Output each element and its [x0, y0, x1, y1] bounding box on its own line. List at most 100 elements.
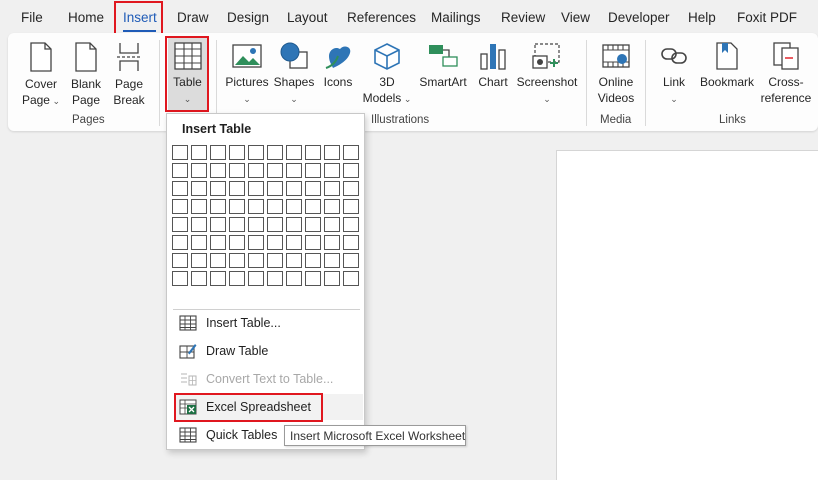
- tab-developer[interactable]: Developer: [608, 10, 670, 25]
- table-grid-cell[interactable]: [286, 253, 302, 268]
- table-grid-cell[interactable]: [210, 217, 226, 232]
- tab-review[interactable]: Review: [501, 10, 545, 25]
- table-grid-cell[interactable]: [305, 199, 321, 214]
- table-grid-cell[interactable]: [305, 145, 321, 160]
- table-grid-cell[interactable]: [305, 181, 321, 196]
- table-grid-cell[interactable]: [305, 253, 321, 268]
- table-grid-cell[interactable]: [286, 235, 302, 250]
- icons-button[interactable]: Icons: [318, 42, 358, 90]
- table-grid-cell[interactable]: [191, 235, 207, 250]
- table-grid-cell[interactable]: [191, 217, 207, 232]
- pictures-button[interactable]: Pictures ⌄: [222, 42, 272, 107]
- table-grid-cell[interactable]: [229, 217, 245, 232]
- tab-references[interactable]: References: [347, 10, 416, 25]
- tab-view[interactable]: View: [561, 10, 590, 25]
- table-grid-cell[interactable]: [324, 181, 340, 196]
- table-grid-cell[interactable]: [305, 163, 321, 178]
- table-grid-cell[interactable]: [229, 145, 245, 160]
- page-break-button[interactable]: Page Break: [108, 42, 150, 108]
- table-grid-cell[interactable]: [229, 163, 245, 178]
- table-grid-cell[interactable]: [229, 253, 245, 268]
- table-grid-cell[interactable]: [324, 163, 340, 178]
- table-grid-cell[interactable]: [172, 145, 188, 160]
- table-grid-cell[interactable]: [286, 145, 302, 160]
- bookmark-button[interactable]: Bookmark: [697, 42, 757, 90]
- table-grid-cell[interactable]: [343, 253, 359, 268]
- 3d-models-button[interactable]: 3D Models ⌄: [360, 42, 414, 107]
- tab-home[interactable]: Home: [68, 10, 104, 25]
- table-grid-cell[interactable]: [286, 181, 302, 196]
- table-grid-cell[interactable]: [172, 271, 188, 286]
- table-grid-cell[interactable]: [248, 235, 264, 250]
- table-grid-cell[interactable]: [324, 235, 340, 250]
- table-grid-cell[interactable]: [267, 217, 283, 232]
- table-grid-cell[interactable]: [324, 217, 340, 232]
- tab-draw[interactable]: Draw: [177, 10, 209, 25]
- table-grid-cell[interactable]: [286, 199, 302, 214]
- table-grid-cell[interactable]: [305, 235, 321, 250]
- tab-design[interactable]: Design: [227, 10, 269, 25]
- table-grid-cell[interactable]: [286, 271, 302, 286]
- screenshot-button[interactable]: Screenshot ⌄: [514, 42, 580, 107]
- table-grid-cell[interactable]: [210, 235, 226, 250]
- table-grid-cell[interactable]: [324, 145, 340, 160]
- table-grid-cell[interactable]: [248, 163, 264, 178]
- tab-help[interactable]: Help: [688, 10, 716, 25]
- table-grid-cell[interactable]: [343, 235, 359, 250]
- cover-page-button[interactable]: Cover Page ⌄: [18, 42, 64, 109]
- table-grid-cell[interactable]: [172, 199, 188, 214]
- tab-mailings[interactable]: Mailings: [431, 10, 481, 25]
- link-button[interactable]: Link ⌄: [652, 42, 696, 107]
- table-grid-cell[interactable]: [191, 253, 207, 268]
- table-grid-cell[interactable]: [229, 235, 245, 250]
- table-grid-cell[interactable]: [324, 271, 340, 286]
- smartart-button[interactable]: SmartArt: [414, 42, 472, 90]
- table-grid-cell[interactable]: [343, 217, 359, 232]
- table-grid-cell[interactable]: [191, 163, 207, 178]
- table-grid-cell[interactable]: [191, 199, 207, 214]
- table-grid-cell[interactable]: [248, 253, 264, 268]
- table-grid-cell[interactable]: [343, 145, 359, 160]
- table-grid-cell[interactable]: [210, 271, 226, 286]
- chart-button[interactable]: Chart: [474, 42, 512, 90]
- table-grid-cell[interactable]: [248, 145, 264, 160]
- table-grid-cell[interactable]: [286, 163, 302, 178]
- table-grid-cell[interactable]: [267, 181, 283, 196]
- table-grid-cell[interactable]: [248, 271, 264, 286]
- table-grid-cell[interactable]: [191, 181, 207, 196]
- table-grid-cell[interactable]: [324, 253, 340, 268]
- table-grid-cell[interactable]: [267, 199, 283, 214]
- table-grid-cell[interactable]: [343, 271, 359, 286]
- table-grid-cell[interactable]: [286, 217, 302, 232]
- table-grid-cell[interactable]: [210, 181, 226, 196]
- table-grid-cell[interactable]: [324, 199, 340, 214]
- table-grid-cell[interactable]: [229, 271, 245, 286]
- table-grid-cell[interactable]: [210, 253, 226, 268]
- table-grid-cell[interactable]: [343, 181, 359, 196]
- table-grid-cell[interactable]: [191, 271, 207, 286]
- table-grid-cell[interactable]: [191, 145, 207, 160]
- insert-table-item[interactable]: Insert Table...: [175, 310, 363, 336]
- tab-layout[interactable]: Layout: [287, 10, 328, 25]
- draw-table-item[interactable]: Draw Table: [175, 338, 363, 364]
- table-grid-cell[interactable]: [267, 145, 283, 160]
- table-grid-cell[interactable]: [210, 163, 226, 178]
- online-videos-button[interactable]: Online Videos: [592, 42, 640, 106]
- table-grid-cell[interactable]: [210, 145, 226, 160]
- tab-foxit-pdf[interactable]: Foxit PDF: [737, 10, 797, 25]
- table-grid-cell[interactable]: [229, 181, 245, 196]
- cross-reference-button[interactable]: Cross- reference: [758, 42, 814, 106]
- table-grid-cell[interactable]: [172, 235, 188, 250]
- table-grid-cell[interactable]: [172, 253, 188, 268]
- table-grid-cell[interactable]: [267, 253, 283, 268]
- table-grid-cell[interactable]: [172, 217, 188, 232]
- table-grid-cell[interactable]: [172, 163, 188, 178]
- table-grid-cell[interactable]: [248, 199, 264, 214]
- tab-file[interactable]: File: [21, 10, 43, 25]
- table-grid-cell[interactable]: [248, 217, 264, 232]
- table-grid-cell[interactable]: [248, 181, 264, 196]
- shapes-button[interactable]: Shapes ⌄: [272, 42, 316, 107]
- table-grid-cell[interactable]: [267, 235, 283, 250]
- table-grid-cell[interactable]: [305, 217, 321, 232]
- table-grid-cell[interactable]: [267, 271, 283, 286]
